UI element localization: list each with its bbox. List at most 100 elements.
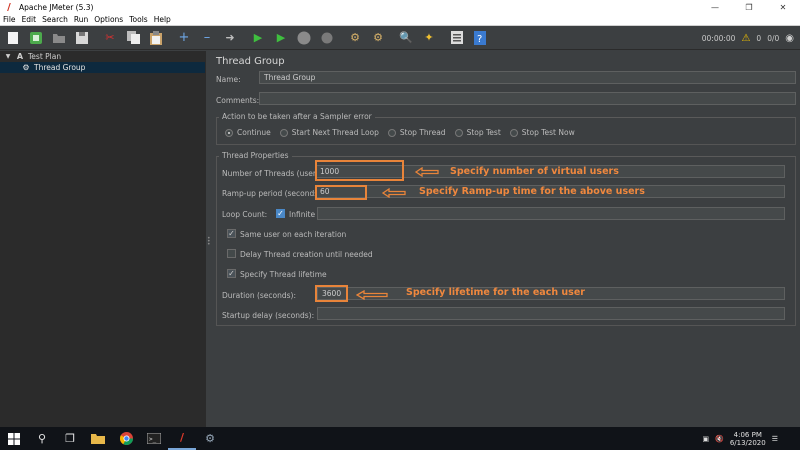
search-icon[interactable]: 🔍 bbox=[397, 29, 415, 47]
threads-annotation: Specify number of virtual users bbox=[450, 166, 619, 177]
menu-search[interactable]: Search bbox=[39, 15, 71, 24]
sampler-error-options: Continue Start Next Thread Loop Stop Thr… bbox=[225, 128, 584, 137]
thread-lifetime-checkbox[interactable]: ✓ bbox=[227, 269, 236, 278]
duration-highlight bbox=[315, 285, 348, 302]
sampler-error-section-title: Action to be taken after a Sampler error bbox=[219, 112, 375, 121]
restore-icon[interactable]: ❐ bbox=[732, 3, 766, 12]
comments-label: Comments: bbox=[216, 96, 260, 105]
radio-label: Stop Test bbox=[466, 128, 501, 137]
file-explorer-icon[interactable] bbox=[84, 427, 112, 450]
loop-count-input[interactable] bbox=[317, 207, 785, 220]
clock[interactable]: 4:06 PM 6/13/2020 bbox=[730, 431, 766, 447]
menu-tools[interactable]: Tools bbox=[126, 15, 150, 24]
remote-globe-icon[interactable]: ◉ bbox=[785, 33, 794, 44]
cut-icon[interactable]: ✂ bbox=[101, 29, 119, 47]
page-title: Thread Group bbox=[216, 56, 285, 67]
function-helper-icon[interactable] bbox=[448, 29, 466, 47]
windows-start-icon[interactable] bbox=[0, 427, 28, 450]
delay-thread-label: Delay Thread creation until needed bbox=[240, 250, 373, 259]
radio-label: Continue bbox=[237, 128, 271, 137]
test-plan-icon: A bbox=[16, 52, 24, 61]
clear-icon[interactable]: ⚙ bbox=[346, 29, 364, 47]
same-user-checkbox[interactable]: ✓ bbox=[227, 229, 236, 238]
duration-label: Duration (seconds): bbox=[222, 291, 296, 300]
radio-dot[interactable] bbox=[279, 128, 288, 137]
svg-text:>_: >_ bbox=[149, 436, 157, 443]
svg-text:?: ? bbox=[477, 34, 482, 45]
chevron-down-icon[interactable]: ▼ bbox=[2, 53, 14, 60]
tree-item-test-plan[interactable]: ▼ A Test Plan bbox=[0, 51, 205, 62]
tree-item-label: Test Plan bbox=[28, 52, 62, 61]
radio-dot[interactable] bbox=[509, 128, 518, 137]
toolbar: ✂ + – ➜ ▶ ▶ ⚙ ⚙ 🔍 ✦ ? 00:00:00 ⚠ 0 0/0 ◉ bbox=[0, 26, 800, 50]
close-icon[interactable]: ✕ bbox=[766, 3, 800, 12]
loop-count-label: Loop Count: bbox=[222, 210, 268, 219]
active-threads: 0/0 bbox=[767, 33, 780, 43]
test-plan-tree: ▼ A Test Plan ⚙ Thread Group bbox=[0, 51, 205, 427]
stop-icon[interactable] bbox=[295, 29, 313, 47]
splitter-grip-icon[interactable]: • • • bbox=[207, 236, 211, 248]
clock-date: 6/13/2020 bbox=[729, 438, 766, 447]
tree-item-thread-group[interactable]: ⚙ Thread Group bbox=[0, 62, 205, 73]
help-icon[interactable]: ? bbox=[471, 29, 489, 47]
radio-label: Stop Thread bbox=[399, 128, 446, 137]
thread-group-panel: Thread Group Name: Thread Group Comments… bbox=[211, 51, 800, 427]
rampup-annotation: Specify Ramp-up time for the above users bbox=[419, 186, 645, 197]
radio-label: Start Next Thread Loop bbox=[291, 128, 379, 137]
startup-delay-label: Startup delay (seconds): bbox=[222, 311, 315, 320]
thread-lifetime-label: Specify Thread lifetime bbox=[240, 270, 327, 279]
menu-bar: File Edit Search Run Options Tools Help bbox=[0, 14, 800, 26]
delay-thread-checkbox[interactable] bbox=[227, 249, 236, 258]
open-icon[interactable] bbox=[50, 29, 68, 47]
duration-annotation: Specify lifetime for the each user bbox=[406, 287, 585, 298]
threads-highlight bbox=[315, 160, 404, 181]
save-icon[interactable] bbox=[73, 29, 91, 47]
thread-properties-section-title: Thread Properties bbox=[219, 151, 292, 160]
clear-all-icon[interactable]: ⚙ bbox=[369, 29, 387, 47]
radio-dot[interactable] bbox=[454, 128, 463, 137]
rampup-label: Ramp-up period (seconds): bbox=[222, 189, 324, 198]
menu-options[interactable]: Options bbox=[91, 15, 126, 24]
new-icon[interactable] bbox=[4, 29, 22, 47]
chrome-icon[interactable] bbox=[112, 427, 140, 450]
threads-arrow-icon bbox=[415, 167, 439, 177]
task-view-icon[interactable]: ❐ bbox=[56, 427, 84, 450]
search-icon[interactable]: ⚲ bbox=[28, 427, 56, 450]
menu-help[interactable]: Help bbox=[151, 15, 174, 24]
volume-muted-icon[interactable]: 🔇 bbox=[715, 435, 724, 443]
threads-label: Number of Threads (users): bbox=[222, 169, 326, 178]
app-taskbar-icon[interactable]: ⚙ bbox=[196, 427, 224, 450]
infinite-checkbox[interactable]: ✓ bbox=[276, 209, 285, 218]
terminal-icon[interactable]: >_ bbox=[140, 427, 168, 450]
tree-item-label: Thread Group bbox=[34, 63, 86, 72]
shutdown-icon[interactable] bbox=[318, 29, 336, 47]
notifications-icon[interactable]: ☰ bbox=[772, 435, 778, 443]
name-input[interactable]: Thread Group bbox=[259, 71, 796, 84]
reset-search-icon[interactable]: ✦ bbox=[420, 29, 438, 47]
menu-edit[interactable]: Edit bbox=[19, 15, 40, 24]
radio-dot[interactable] bbox=[225, 128, 233, 137]
menu-run[interactable]: Run bbox=[71, 15, 91, 24]
menu-file[interactable]: File bbox=[0, 15, 19, 24]
templates-icon[interactable] bbox=[27, 29, 45, 47]
comments-input[interactable] bbox=[259, 92, 796, 105]
copy-icon[interactable] bbox=[124, 29, 142, 47]
network-icon[interactable]: ▣ bbox=[702, 435, 709, 443]
jmeter-taskbar-icon[interactable]: / bbox=[168, 427, 196, 450]
radio-start-next-loop[interactable]: Start Next Thread Loop bbox=[279, 128, 379, 137]
paste-icon[interactable] bbox=[147, 29, 165, 47]
expand-icon[interactable]: + bbox=[175, 29, 193, 47]
start-icon[interactable]: ▶ bbox=[249, 29, 267, 47]
toggle-icon[interactable]: ➜ bbox=[221, 29, 239, 47]
radio-stop-test-now[interactable]: Stop Test Now bbox=[509, 128, 575, 137]
start-no-pauses-icon[interactable]: ▶ bbox=[272, 29, 290, 47]
radio-continue[interactable]: Continue bbox=[225, 128, 271, 137]
warning-icon[interactable]: ⚠ bbox=[741, 33, 750, 44]
radio-stop-test[interactable]: Stop Test bbox=[454, 128, 501, 137]
minimize-icon[interactable]: — bbox=[698, 3, 732, 12]
startup-delay-input[interactable] bbox=[317, 307, 785, 320]
radio-stop-thread[interactable]: Stop Thread bbox=[387, 128, 446, 137]
radio-dot[interactable] bbox=[387, 128, 396, 137]
collapse-icon[interactable]: – bbox=[198, 29, 216, 47]
jmeter-logo-icon: / bbox=[7, 1, 11, 13]
